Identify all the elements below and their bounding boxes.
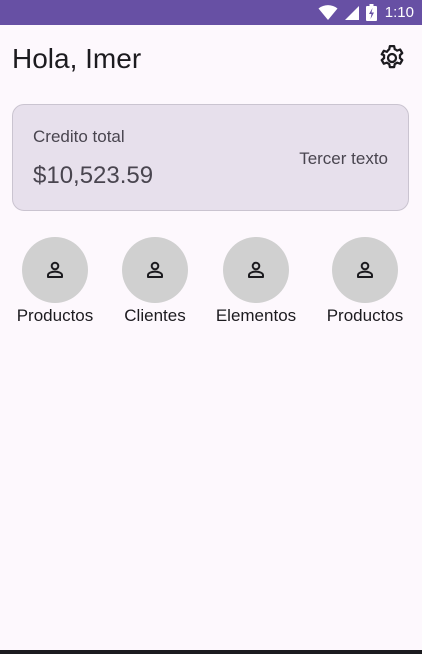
person-icon xyxy=(147,261,163,278)
greeting-title: Hola, Imer xyxy=(12,43,142,74)
person-icon xyxy=(47,261,63,278)
person-icon xyxy=(248,261,264,278)
battery-icon xyxy=(365,4,377,21)
shortcut-elementos[interactable]: Elementos xyxy=(201,237,311,332)
signal-icon xyxy=(344,5,359,20)
person-icon xyxy=(357,261,373,278)
shortcut-label: Clientes xyxy=(124,306,186,325)
status-time: 1:10 xyxy=(384,4,414,21)
settings-button[interactable] xyxy=(376,42,408,74)
status-icons: 1:10 xyxy=(318,3,414,22)
credit-card: Credito total $10,523.59 Tercer texto xyxy=(12,104,409,211)
third-text: Tercer texto xyxy=(299,149,388,168)
credit-label: Credito total xyxy=(33,127,125,146)
gear-icon xyxy=(380,45,404,69)
shortcut-label: Elementos xyxy=(215,306,297,325)
status-bar: 1:10 xyxy=(0,0,422,25)
credit-amount: $10,523.59 xyxy=(33,162,154,189)
shortcut-avatar xyxy=(22,237,88,303)
shortcut-label: Productos xyxy=(326,306,404,325)
shortcut-avatar xyxy=(122,237,188,303)
shortcut-avatar xyxy=(332,237,398,303)
shortcut-label: Productos xyxy=(16,306,94,325)
shortcut-productos-2[interactable]: Productos xyxy=(310,237,420,332)
shortcut-productos[interactable]: Productos xyxy=(0,237,110,332)
shortcut-avatar xyxy=(223,237,289,303)
bottom-edge xyxy=(0,650,422,654)
shortcut-clientes[interactable]: Clientes xyxy=(100,237,210,332)
wifi-icon xyxy=(318,4,338,20)
